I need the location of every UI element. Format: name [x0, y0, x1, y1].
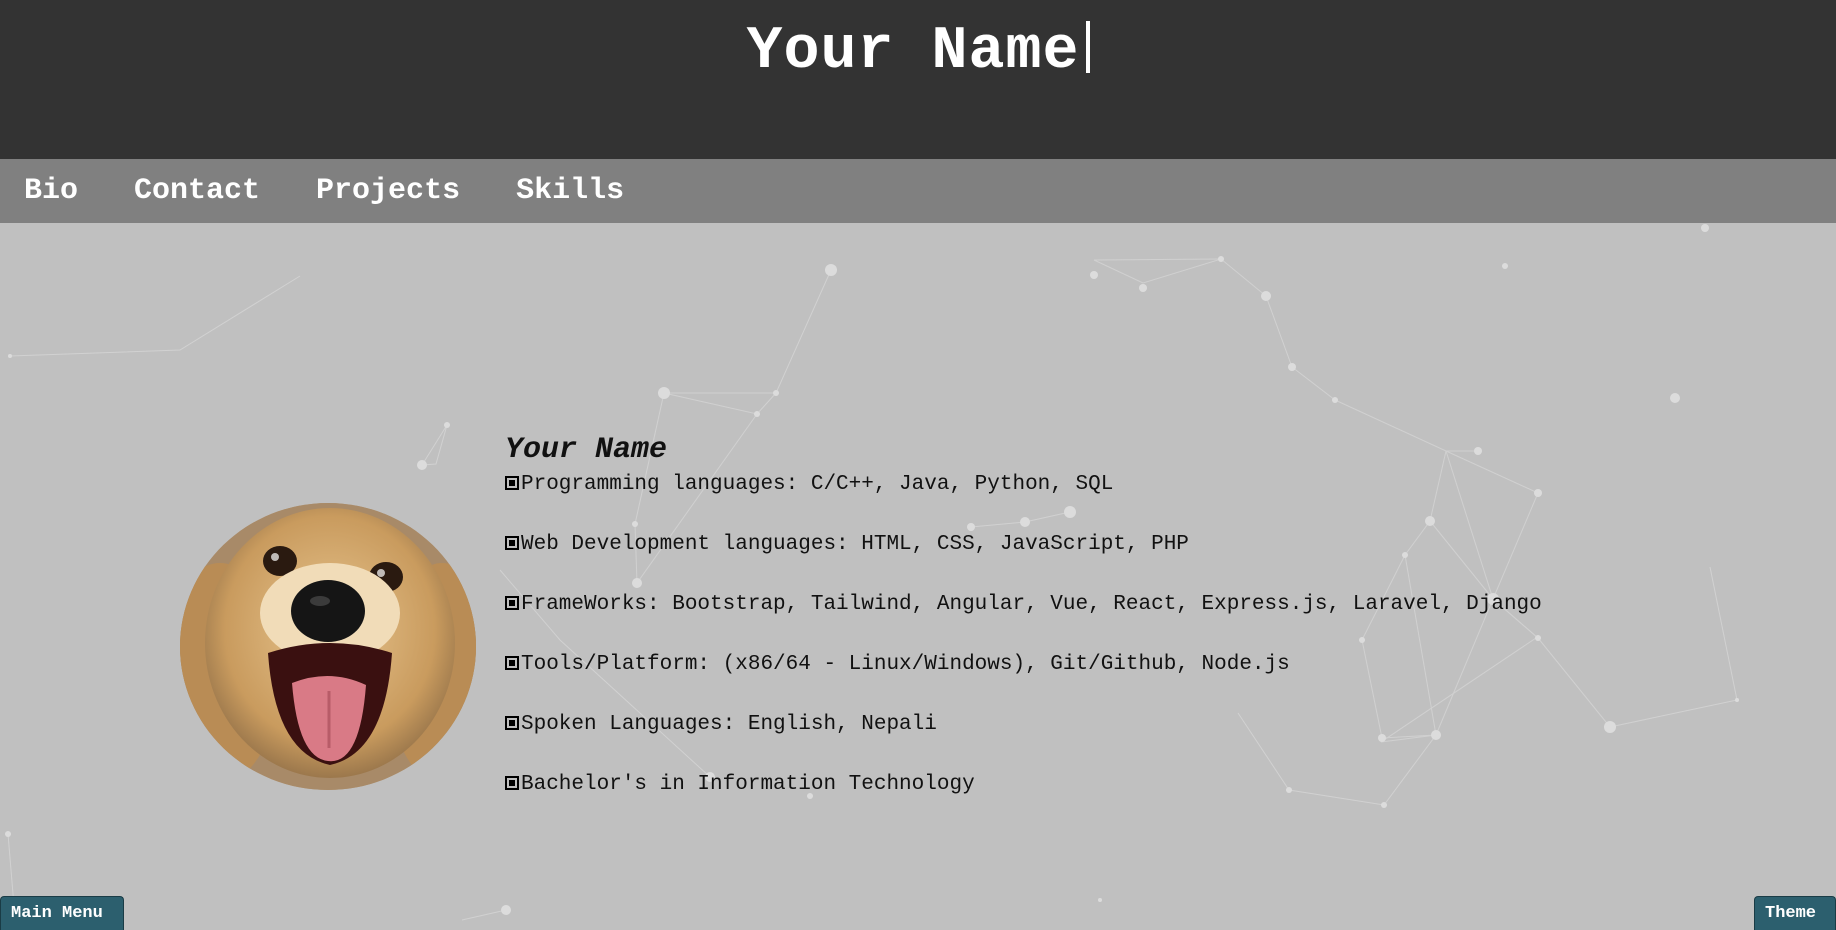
nav-item-contact[interactable]: Contact [134, 174, 260, 208]
square-bullet-icon [505, 536, 519, 550]
square-bullet-icon [505, 476, 519, 490]
skill-item: FrameWorks: Bootstrap, Tailwind, Angular… [505, 593, 1615, 617]
square-bullet-icon [505, 596, 519, 610]
nav-item-projects[interactable]: Projects [316, 174, 460, 208]
square-bullet-icon [505, 716, 519, 730]
square-bullet-icon [505, 656, 519, 670]
profile-name: Your Name [505, 433, 668, 467]
main-menu-button[interactable]: Main Menu [0, 896, 124, 930]
nav-item-skills[interactable]: Skills [516, 174, 624, 208]
header-title: Your Name [746, 18, 1090, 86]
typing-cursor [1085, 21, 1090, 73]
avatar-dog-photo [180, 503, 476, 790]
skill-item: Bachelor's in Information Technology [505, 773, 1615, 797]
skill-item: Programming languages: C/C++, Java, Pyth… [505, 473, 1615, 497]
square-bullet-icon [505, 776, 519, 790]
skill-item: Spoken Languages: English, Nepali [505, 713, 1615, 737]
theme-button[interactable]: Theme [1754, 896, 1836, 930]
skill-item: Tools/Platform: (x86/64 - Linux/Windows)… [505, 653, 1615, 677]
nav-item-bio[interactable]: Bio [24, 174, 78, 208]
nav-bar: Bio Contact Projects Skills [0, 159, 1836, 223]
site-header: Your Name [0, 0, 1836, 159]
skill-item: Web Development languages: HTML, CSS, Ja… [505, 533, 1615, 557]
bio-section: Your Name Programming languages: C/C++, … [505, 433, 1615, 833]
